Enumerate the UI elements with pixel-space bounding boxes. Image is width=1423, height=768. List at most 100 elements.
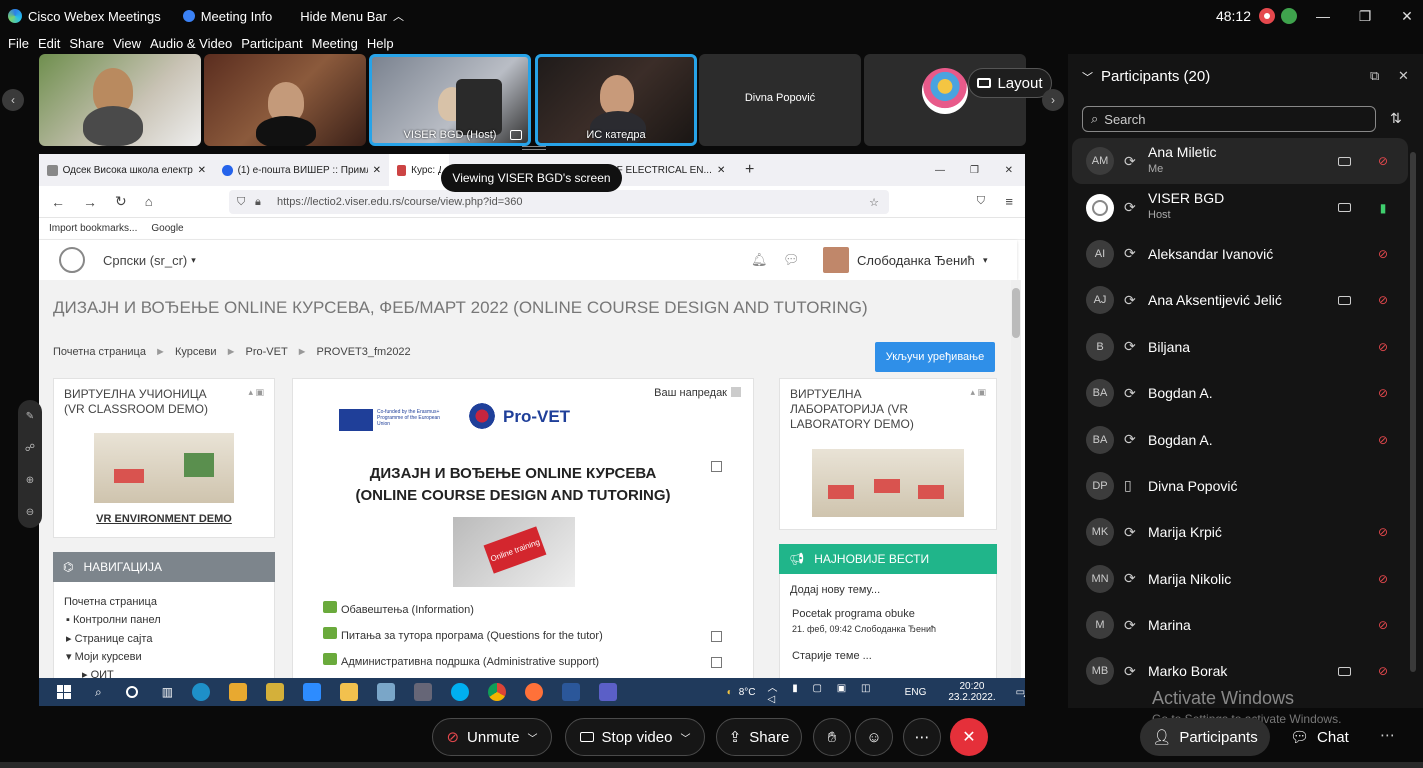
network-health-icon[interactable]: [1281, 8, 1297, 24]
nav-item-dashboard[interactable]: ▪ Контролни панел: [66, 614, 161, 626]
chevron-left-icon[interactable]: ‹: [2, 89, 24, 111]
video-tile-divna[interactable]: Divna Popović: [699, 54, 861, 146]
clock[interactable]: 20:20 23.2.2022.: [948, 681, 995, 703]
app-icon[interactable]: [376, 683, 395, 701]
video-tile-katedra[interactable]: ИС катедра: [535, 54, 697, 146]
chevron-down-icon[interactable]: ﹀: [680, 730, 690, 745]
word-icon[interactable]: [561, 683, 580, 701]
video-camera-icon[interactable]: [1338, 666, 1351, 676]
minimize-icon[interactable]: —: [935, 165, 945, 176]
close-tab-icon[interactable]: ✕: [373, 165, 381, 176]
video-camera-icon[interactable]: [1338, 295, 1351, 305]
task-view-icon[interactable]: ▥: [162, 685, 173, 699]
reload-icon[interactable]: ↻: [115, 193, 127, 210]
menu-meeting[interactable]: Meeting: [312, 36, 358, 51]
list-item[interactable]: AM ⟳ Ana Miletic Me ⊘: [1072, 138, 1408, 185]
end-meeting-button[interactable]: ✕: [950, 718, 988, 756]
list-item[interactable]: AJ ⟳ Ana Aksentijević Jelić ⊘: [1072, 277, 1408, 323]
list-item[interactable]: B ⟳ Biljana ⊘: [1072, 324, 1408, 370]
url-bar[interactable]: ⛉ 🔒︎ https://lectio2.viser.edu.rs/course…: [229, 190, 889, 214]
tray-icons[interactable]: ︿ ▮ ▢ ▣ ◫ ◁: [768, 679, 899, 705]
new-tab-icon[interactable]: +: [745, 161, 754, 179]
chevron-down-icon[interactable]: ﹀: [1082, 69, 1093, 85]
list-item[interactable]: DP ▯ Divna Popović: [1072, 463, 1408, 509]
completion-checkbox[interactable]: [711, 631, 722, 642]
media-icon[interactable]: [229, 683, 247, 701]
turn-editing-on-button[interactable]: Укључи уређивање: [875, 342, 995, 372]
restore-icon[interactable]: ❐: [1349, 0, 1381, 32]
list-item[interactable]: BA ⟳ Bogdan A. ⊘: [1072, 370, 1408, 416]
breadcrumb-courses[interactable]: Курсеви: [175, 346, 217, 358]
remote-control-icon[interactable]: ☍: [25, 443, 35, 454]
mic-muted-icon[interactable]: ⊘: [1378, 386, 1388, 400]
firefox-icon[interactable]: [524, 683, 543, 701]
mic-muted-icon[interactable]: ⊘: [1378, 618, 1388, 632]
back-icon[interactable]: ←: [51, 194, 65, 210]
bookmark-star-icon[interactable]: ☆: [869, 196, 879, 209]
video-tile-host[interactable]: VISER BGD (Host): [369, 54, 531, 146]
meeting-info-button[interactable]: Meeting Info: [182, 9, 272, 24]
nav-item-my-courses[interactable]: ▾ Моји курсеви: [66, 650, 142, 663]
weather-icon[interactable]: ◐: [727, 687, 733, 698]
list-item[interactable]: MK ⟳ Marija Krpić ⊘: [1072, 509, 1408, 555]
app-icon[interactable]: [598, 683, 617, 701]
forum-questions[interactable]: Питања за тутора програма (Questions for…: [323, 627, 603, 642]
video-tile-2[interactable]: [204, 54, 366, 146]
sort-icon[interactable]: ⇅: [1390, 110, 1402, 127]
edge-icon[interactable]: [192, 683, 210, 701]
home-icon[interactable]: ⌂: [145, 194, 153, 209]
menu-participant[interactable]: Participant: [241, 36, 302, 51]
add-new-topic-link[interactable]: Додај нову тему...: [790, 584, 880, 596]
mic-muted-icon[interactable]: ⊘: [1378, 572, 1388, 586]
mic-muted-icon[interactable]: ⊘: [1378, 247, 1388, 261]
vr-laboratory-image[interactable]: [812, 449, 964, 517]
more-options-button[interactable]: ⋯: [903, 718, 941, 756]
vr-environment-link[interactable]: VR ENVIRONMENT DEMO: [54, 513, 274, 525]
page-scrollbar[interactable]: [1011, 280, 1021, 706]
video-camera-icon[interactable]: [1338, 156, 1351, 166]
cortana-icon[interactable]: [125, 686, 138, 698]
close-icon[interactable]: ✕: [1391, 0, 1423, 32]
zoom-icon[interactable]: [302, 683, 321, 701]
menu-edit[interactable]: Edit: [38, 36, 60, 51]
popout-icon[interactable]: ⧉: [1370, 68, 1379, 84]
forum-information[interactable]: Обавештења (Information): [323, 601, 474, 616]
menu-audio-video[interactable]: Audio & Video: [150, 36, 232, 51]
completion-checkbox[interactable]: [711, 461, 722, 472]
app-icon[interactable]: [265, 683, 284, 701]
notifications-icon[interactable]: 🔔︎: [751, 252, 768, 268]
app-name[interactable]: Cisco Webex Meetings: [8, 9, 161, 24]
browser-tab-3[interactable]: Курс: Ди...: [389, 154, 449, 186]
hide-menu-bar-button[interactable]: Hide Menu Bar ︿: [300, 8, 404, 24]
reactions-button[interactable]: ☺: [855, 718, 893, 756]
calculator-icon[interactable]: [413, 683, 432, 701]
mic-muted-icon[interactable]: ⊘: [1378, 664, 1388, 678]
search-icon[interactable]: ⌕: [95, 685, 102, 700]
messages-icon[interactable]: 💬︎: [783, 252, 800, 268]
bookmark-import[interactable]: Import bookmarks...: [49, 223, 137, 234]
mic-muted-icon[interactable]: ⊘: [1378, 525, 1388, 539]
mic-muted-icon[interactable]: ⊘: [1378, 293, 1388, 307]
collapse-icon[interactable]: ▴ ▣: [248, 387, 264, 398]
list-item[interactable]: M ⟳ Marina ⊘: [1072, 602, 1408, 648]
stop-video-button[interactable]: Stop video ﹀: [565, 718, 705, 756]
news-item-title[interactable]: Pocetak programa obuke: [792, 608, 915, 620]
chat-button[interactable]: 💬︎ Chat: [1290, 718, 1349, 756]
mic-muted-icon[interactable]: ⊘: [1378, 433, 1388, 447]
navigation-block-header[interactable]: ⌬ НАВИГАЦИЈА: [53, 552, 275, 582]
moodle-logo-icon[interactable]: [59, 247, 85, 273]
language-selector[interactable]: Српски (sr_cr): [103, 253, 187, 268]
mic-muted-icon[interactable]: ⊘: [1378, 340, 1388, 354]
temperature[interactable]: 8°C: [739, 687, 756, 698]
video-tile-1[interactable]: [39, 54, 201, 146]
menu-help[interactable]: Help: [367, 36, 394, 51]
file-explorer-icon[interactable]: [339, 683, 358, 701]
help-icon[interactable]: [731, 387, 741, 397]
participants-button[interactable]: 👤︎ Participants: [1140, 718, 1270, 756]
user-name[interactable]: Слободанка Ђенић: [857, 253, 975, 268]
input-language[interactable]: ENG: [905, 687, 927, 698]
chrome-icon[interactable]: [487, 683, 506, 701]
menu-view[interactable]: View: [113, 36, 141, 51]
mic-on-icon[interactable]: ▮: [1378, 201, 1388, 215]
close-tab-icon[interactable]: ✕: [717, 165, 725, 176]
